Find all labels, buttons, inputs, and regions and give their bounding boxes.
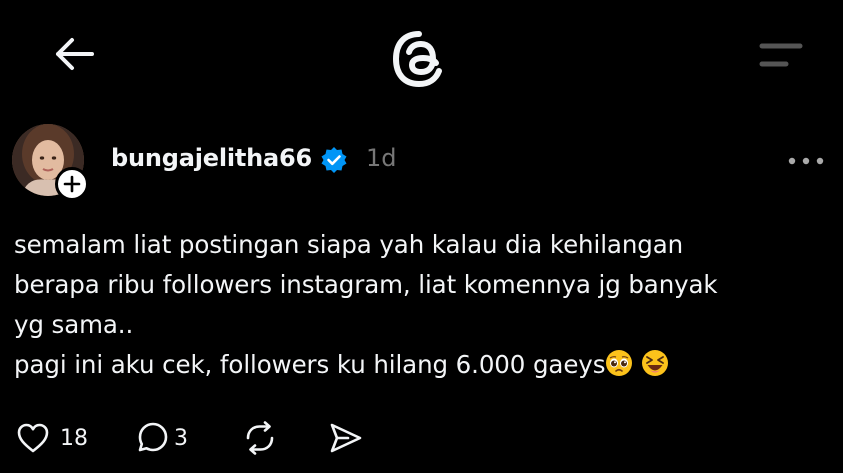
heart-icon xyxy=(17,423,49,453)
pleading-face-emoji xyxy=(606,350,633,376)
back-button[interactable] xyxy=(50,33,98,75)
post-text-line-1: semalam liat postingan siapa yah kalau d… xyxy=(14,230,684,259)
like-count: 18 xyxy=(60,425,88,451)
post-header: bungajelitha66 1d xyxy=(0,120,843,201)
verified-badge xyxy=(320,146,348,174)
repost-button[interactable] xyxy=(242,415,278,461)
threads-logo[interactable] xyxy=(388,28,450,90)
username[interactable]: bungajelitha66 xyxy=(111,144,312,172)
like-button[interactable]: 18 xyxy=(16,415,88,461)
post-timestamp: 1d xyxy=(366,144,397,172)
threads-logo-icon xyxy=(392,31,442,88)
plus-icon xyxy=(63,175,81,193)
repost-icon xyxy=(246,421,274,455)
squinting-laughing-face-emoji xyxy=(642,350,669,376)
arrow-left-icon xyxy=(56,38,94,70)
post-text-line-4: pagi ini aku cek, followers ku hilang 6.… xyxy=(14,350,606,379)
send-icon xyxy=(330,423,362,453)
reply-button[interactable]: 3 xyxy=(136,415,188,461)
reply-count: 3 xyxy=(174,425,188,451)
post-text-line-2: berapa ribu followers instagram, liat ko… xyxy=(14,270,718,299)
verified-badge-icon xyxy=(321,147,347,173)
top-navigation-bar xyxy=(0,0,843,110)
post-text: semalam liat postingan siapa yah kalau d… xyxy=(14,225,814,385)
comment-icon xyxy=(138,422,168,452)
more-options-button[interactable] xyxy=(786,146,826,176)
follow-button[interactable] xyxy=(55,167,89,201)
more-horizontal-icon xyxy=(788,157,824,165)
post-text-line-3: yg sama.. xyxy=(14,310,134,339)
menu-button[interactable] xyxy=(752,38,808,74)
post-action-bar: 18 3 xyxy=(0,415,843,463)
share-button[interactable] xyxy=(328,415,364,461)
menu-icon xyxy=(759,43,803,67)
